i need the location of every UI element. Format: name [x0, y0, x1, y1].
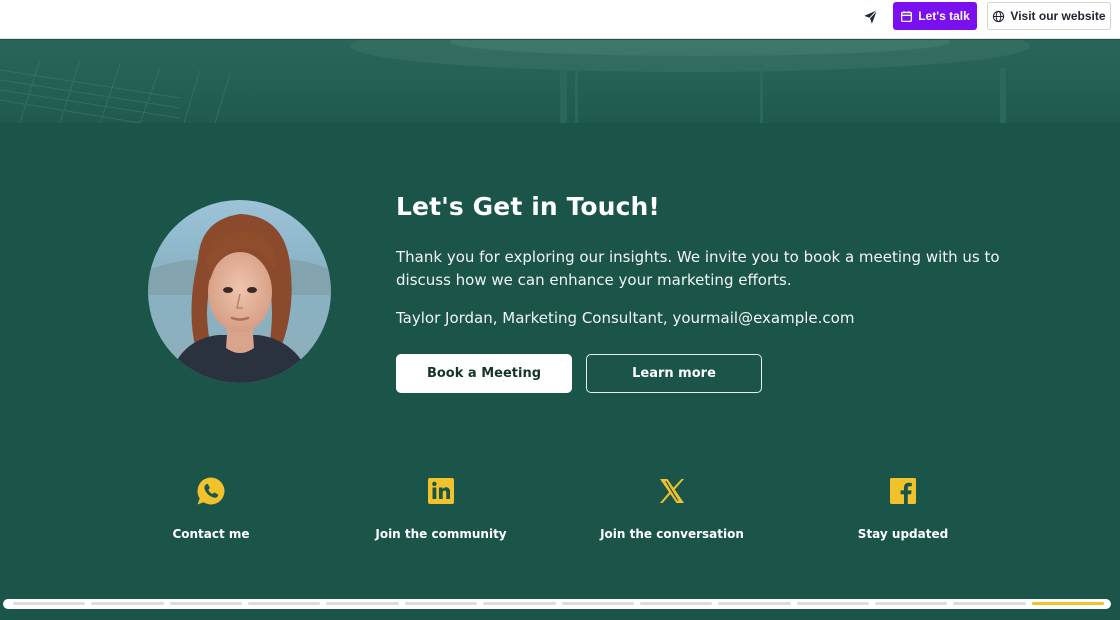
contact-intro-text: Thank you for exploring our insights. We… [396, 248, 1000, 289]
visit-website-label: Visit our website [1010, 9, 1106, 23]
social-link-x[interactable]: Join the conversation [572, 476, 772, 541]
progress-segment[interactable] [169, 602, 243, 605]
send-icon[interactable] [862, 8, 880, 26]
top-bar: Let's talk Visit our website [0, 0, 1120, 39]
progress-segment[interactable] [561, 602, 634, 605]
progress-segment[interactable] [91, 602, 164, 605]
social-label-facebook: Stay updated [857, 527, 949, 541]
progress-segment[interactable] [483, 602, 556, 605]
social-label-linkedin: Join the community [375, 527, 507, 541]
header-banner-image [0, 40, 1120, 123]
linkedin-icon [428, 478, 454, 504]
slide-progress-bar [3, 599, 1111, 609]
progress-segment[interactable] [248, 602, 321, 605]
x-icon [660, 479, 684, 503]
lets-talk-label: Let's talk [918, 9, 970, 23]
consultant-avatar [148, 200, 331, 383]
consultant-contact-line: Taylor Jordan, Marketing Consultant, you… [396, 309, 855, 327]
social-link-facebook[interactable]: Stay updated [803, 476, 1003, 541]
calendar-icon [901, 10, 913, 22]
social-link-linkedin[interactable]: Join the community [341, 476, 541, 541]
progress-segment[interactable] [404, 602, 478, 605]
progress-segment[interactable] [796, 602, 869, 605]
progress-segment[interactable] [718, 602, 791, 605]
book-meeting-button[interactable]: Book a Meeting [396, 354, 572, 393]
progress-segment[interactable] [1031, 602, 1105, 605]
whatsapp-icon [197, 477, 225, 505]
lets-talk-button[interactable]: Let's talk [893, 2, 977, 30]
facebook-icon [890, 478, 916, 504]
progress-segment[interactable] [326, 602, 399, 605]
progress-segment[interactable] [13, 602, 86, 605]
progress-segment[interactable] [639, 602, 713, 605]
globe-icon [993, 10, 1005, 22]
social-label-x: Join the conversation [600, 527, 744, 541]
contact-title: Let's Get in Touch! [396, 192, 660, 221]
visit-website-button[interactable]: Visit our website [987, 2, 1111, 30]
social-label-whatsapp: Contact me [172, 527, 250, 541]
progress-segment[interactable] [874, 602, 948, 605]
progress-segment[interactable] [953, 602, 1026, 605]
social-link-whatsapp[interactable]: Contact me [111, 476, 311, 541]
learn-more-button[interactable]: Learn more [586, 354, 762, 393]
